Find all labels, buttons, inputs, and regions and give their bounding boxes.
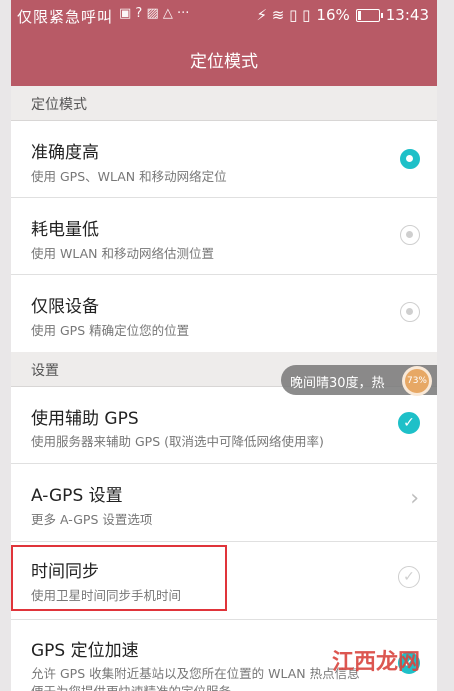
mode-subtitle: 使用 GPS、WLAN 和移动网络定位 [31,169,227,184]
check-on-icon[interactable]: ✓ [398,412,420,434]
check-off-icon[interactable]: ✓ [398,566,420,588]
mode-subtitle: 使用 WLAN 和移动网络估测位置 [31,246,214,261]
setting-agps-settings[interactable]: A-GPS 设置 更多 A-GPS 设置选项 › [11,464,437,542]
mode-subtitle: 使用 GPS 精确定位您的位置 [31,323,190,338]
setting-title: 使用辅助 GPS [31,409,139,429]
status-right: ⚡ ≋ ▯ ▯ 16% 13:43 [257,6,430,24]
mode-item-device-only[interactable]: 仅限设备 使用 GPS 精确定位您的位置 [11,275,437,352]
mode-title: 仅限设备 [31,297,99,317]
section-label: 设置 [31,363,59,379]
battery-percent: 16% [316,6,350,24]
signal-icons: ⚡ ≋ ▯ ▯ [256,6,311,24]
radio-unselected-icon[interactable] [400,225,420,245]
mode-item-battery-saving[interactable]: 耗电量低 使用 WLAN 和移动网络估测位置 [11,198,437,275]
status-bar: 仅限紧急呼叫 ▣ ? ▨ △ ··· ⚡ ≋ ▯ ▯ 16% 13:43 [11,0,437,32]
clock: 13:43 [385,6,429,24]
notification-icons: ▣ ? ▨ △ ··· [119,6,190,21]
radio-selected-icon[interactable] [400,149,420,169]
watermark-logo: 江西龙网 [331,649,420,675]
floating-ball-icon[interactable]: 73% [402,366,432,396]
setting-subtitle-line2: 便于为您提供更快速精准的定位服务 [31,681,231,691]
setting-title: A-GPS 设置 [31,486,123,506]
battery-icon [355,8,383,22]
mode-title: 耗电量低 [31,220,99,240]
section-label: 定位模式 [31,97,87,113]
page-title: 定位模式 [190,52,258,72]
weather-text: 晚间晴30度，热 [290,376,385,391]
mode-item-high-accuracy[interactable]: 准确度高 使用 GPS、WLAN 和移动网络定位 [11,121,437,198]
setting-subtitle: 更多 A-GPS 设置选项 [31,512,153,527]
carrier-label: 仅限紧急呼叫 [17,8,114,26]
section-header-location-mode: 定位模式 [11,86,437,121]
setting-assisted-gps[interactable]: 使用辅助 GPS 使用服务器来辅助 GPS (取消选中可降低网络使用率) ✓ [11,387,437,464]
radio-unselected-icon[interactable] [400,302,420,322]
chevron-right-icon: › [410,486,419,511]
title-bar: 定位模式 [11,32,437,86]
mode-title: 准确度高 [31,143,99,163]
setting-subtitle: 使用服务器来辅助 GPS (取消选中可降低网络使用率) [31,434,324,449]
highlight-box [11,545,227,611]
setting-title: GPS 定位加速 [31,641,139,661]
setting-subtitle: 允许 GPS 收集附近基站以及您所在位置的 WLAN 热点信息 [31,666,360,681]
